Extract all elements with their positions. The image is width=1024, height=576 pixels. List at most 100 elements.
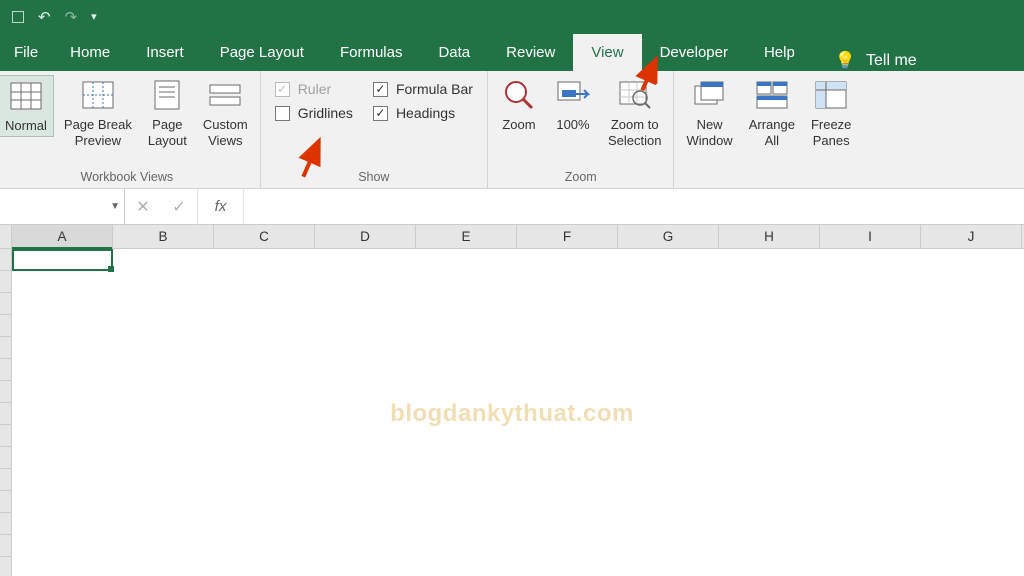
- page-layout-icon: [149, 77, 185, 113]
- zoom-100-button[interactable]: 100%: [548, 75, 598, 135]
- normal-view-icon: [8, 78, 44, 114]
- ribbon: Normal Page Break Preview Page Layout Cu…: [0, 71, 1024, 189]
- checkbox-icon: ✓: [275, 82, 290, 97]
- row-header[interactable]: [0, 469, 11, 491]
- page-break-icon: [80, 77, 116, 113]
- ruler-checkbox: ✓ Ruler: [275, 81, 353, 97]
- tab-file[interactable]: File: [0, 34, 52, 71]
- row-header[interactable]: [0, 513, 11, 535]
- custom-views-button[interactable]: Custom Views: [197, 75, 254, 152]
- row-header[interactable]: [0, 293, 11, 315]
- column-header-b[interactable]: B: [113, 225, 214, 248]
- name-box[interactable]: ▼: [0, 189, 125, 224]
- new-window-button[interactable]: New Window: [680, 75, 738, 152]
- checkbox-icon: [275, 106, 290, 121]
- redo-icon[interactable]: ↷: [65, 8, 78, 26]
- checkbox-icon: ✓: [373, 106, 388, 121]
- formula-input[interactable]: [244, 189, 1024, 224]
- name-box-input[interactable]: [4, 199, 120, 215]
- freeze-panes-button[interactable]: Freeze Panes: [805, 75, 857, 152]
- row-header[interactable]: [0, 359, 11, 381]
- page-break-preview-button[interactable]: Page Break Preview: [58, 75, 138, 152]
- page-layout-button[interactable]: Page Layout: [142, 75, 193, 152]
- tell-me[interactable]: 💡 Tell me: [835, 51, 917, 71]
- tell-me-label: Tell me: [866, 52, 917, 70]
- zoom-label: Zoom: [502, 117, 535, 133]
- zoom-100-icon: [555, 77, 591, 113]
- column-header-f[interactable]: F: [517, 225, 618, 248]
- tab-formulas[interactable]: Formulas: [322, 34, 421, 71]
- window-control-icon[interactable]: [12, 11, 24, 23]
- formula-input-wrap: [244, 189, 1024, 224]
- fx-label[interactable]: fx: [198, 189, 244, 224]
- formula-bar-checkbox[interactable]: ✓ Formula Bar: [373, 81, 473, 97]
- normal-view-button[interactable]: Normal: [0, 75, 54, 137]
- arrange-all-button[interactable]: Arrange All: [743, 75, 801, 152]
- column-header-e[interactable]: E: [416, 225, 517, 248]
- quick-access-toolbar: ↶ ↷ ▾: [38, 8, 97, 26]
- column-header-c[interactable]: C: [214, 225, 315, 248]
- row-header[interactable]: [0, 271, 11, 293]
- column-header-a[interactable]: A: [12, 225, 113, 248]
- custom-views-icon: [207, 77, 243, 113]
- undo-icon[interactable]: ↶: [38, 8, 51, 26]
- new-window-label: New Window: [686, 117, 732, 150]
- select-all-corner[interactable]: [0, 225, 12, 248]
- cancel-icon[interactable]: ✕: [125, 189, 161, 225]
- row-header[interactable]: [0, 425, 11, 447]
- gridlines-label: Gridlines: [298, 105, 353, 121]
- formula-bar-icons: ✕ ✓: [125, 189, 198, 225]
- watermark-text: blogdankythuat.com: [390, 400, 634, 428]
- tab-view[interactable]: View: [573, 34, 641, 71]
- row-header[interactable]: [0, 249, 11, 271]
- tab-help[interactable]: Help: [746, 34, 813, 71]
- arrange-all-label: Arrange All: [749, 117, 795, 150]
- gridlines-checkbox[interactable]: Gridlines: [275, 105, 353, 121]
- zoom-100-label: 100%: [556, 117, 589, 133]
- formula-bar-label: Formula Bar: [396, 81, 473, 97]
- enter-icon[interactable]: ✓: [161, 189, 197, 225]
- row-header[interactable]: [0, 447, 11, 469]
- formula-bar-row: ▼ ✕ ✓ fx: [0, 189, 1024, 225]
- row-headers: [0, 249, 12, 576]
- tab-insert[interactable]: Insert: [128, 34, 202, 71]
- freeze-panes-icon: [813, 77, 849, 113]
- arrange-all-icon: [754, 77, 790, 113]
- headings-label: Headings: [396, 105, 455, 121]
- headings-checkbox[interactable]: ✓ Headings: [373, 105, 473, 121]
- group-workbook-views: Normal Page Break Preview Page Layout Cu…: [0, 71, 261, 188]
- row-header[interactable]: [0, 403, 11, 425]
- tab-data[interactable]: Data: [420, 34, 488, 71]
- page-break-label: Page Break Preview: [64, 117, 132, 150]
- row-header[interactable]: [0, 315, 11, 337]
- row-header[interactable]: [0, 535, 11, 557]
- lightbulb-icon: 💡: [835, 51, 856, 71]
- chevron-down-icon[interactable]: ▼: [110, 201, 120, 212]
- column-header-g[interactable]: G: [618, 225, 719, 248]
- column-header-h[interactable]: H: [719, 225, 820, 248]
- page-layout-label: Page Layout: [148, 117, 187, 150]
- active-cell[interactable]: [12, 249, 113, 271]
- group-zoom-label: Zoom: [494, 170, 667, 187]
- zoom-to-selection-label: Zoom to Selection: [608, 117, 661, 150]
- group-workbook-views-label: Workbook Views: [0, 170, 254, 187]
- group-window: New Window Arrange All Freeze Panes: [674, 71, 863, 188]
- column-header-d[interactable]: D: [315, 225, 416, 248]
- tab-review[interactable]: Review: [488, 34, 573, 71]
- ruler-label: Ruler: [298, 81, 331, 97]
- tab-page-layout[interactable]: Page Layout: [202, 34, 322, 71]
- qat-customize-icon[interactable]: ▾: [91, 10, 97, 23]
- row-header[interactable]: [0, 337, 11, 359]
- custom-views-label: Custom Views: [203, 117, 248, 150]
- normal-view-label: Normal: [5, 118, 47, 134]
- group-window-label: [680, 170, 857, 187]
- tab-home[interactable]: Home: [52, 34, 128, 71]
- row-header[interactable]: [0, 491, 11, 513]
- column-header-j[interactable]: J: [921, 225, 1022, 248]
- ribbon-tabstrip: File Home Insert Page Layout Formulas Da…: [0, 33, 1024, 71]
- zoom-button[interactable]: Zoom: [494, 75, 544, 135]
- row-header[interactable]: [0, 381, 11, 403]
- new-window-icon: [692, 77, 728, 113]
- title-bar: ↶ ↷ ▾: [0, 0, 1024, 33]
- column-header-i[interactable]: I: [820, 225, 921, 248]
